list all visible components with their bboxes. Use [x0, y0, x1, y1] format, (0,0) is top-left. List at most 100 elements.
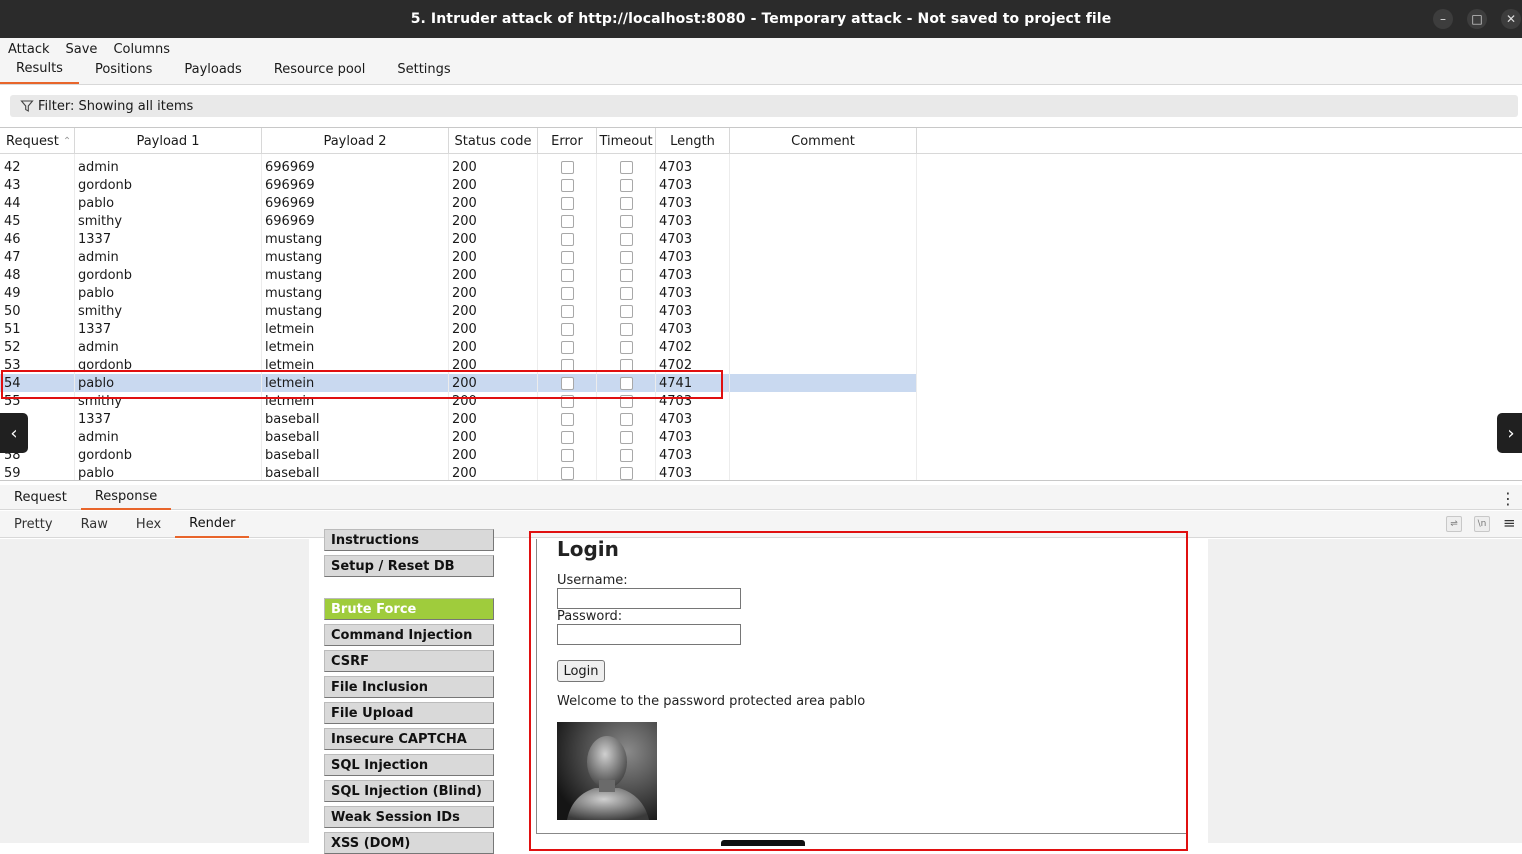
cell-comment — [730, 230, 917, 248]
tab-resource-pool[interactable]: Resource pool — [258, 60, 382, 84]
wrap-lines-icon[interactable]: ⇌ — [1446, 516, 1462, 532]
table-row[interactable]: 53 gordonb letmein 200 4702 — [0, 356, 917, 374]
table-row[interactable]: 50 smithy mustang 200 4703 — [0, 302, 917, 320]
cell-status-code: 200 — [452, 411, 477, 427]
cell-status-code: 200 — [452, 321, 477, 337]
dvwa-nav-item[interactable]: Brute Force — [324, 598, 494, 620]
table-row[interactable]: 44 pablo 696969 200 4703 — [0, 194, 917, 212]
more-options-icon[interactable]: ⋮ — [1500, 489, 1516, 508]
tab-response[interactable]: Response — [80, 485, 172, 510]
table-row[interactable]: admin baseball 200 4703 — [0, 428, 917, 446]
cell-payload1: admin — [78, 339, 119, 355]
column-header-error[interactable]: Error — [538, 128, 597, 154]
column-header-payload2[interactable]: Payload 2 — [262, 128, 449, 154]
cell-request: 43 — [4, 177, 21, 193]
tab-hex[interactable]: Hex — [122, 511, 175, 538]
dvwa-nav-item[interactable]: SQL Injection (Blind) — [324, 780, 494, 802]
table-row[interactable]: 42 admin 696969 200 4703 — [0, 158, 917, 176]
table-row[interactable]: 52 admin letmein 200 4702 — [0, 338, 917, 356]
tab-request[interactable]: Request — [0, 485, 81, 510]
table-row[interactable]: 48 gordonb mustang 200 4703 — [0, 266, 917, 284]
table-row[interactable]: 59 pablo baseball 200 4703 — [0, 464, 917, 481]
column-header-payload1[interactable]: Payload 1 — [75, 128, 262, 154]
cell-payload2: 696969 — [265, 213, 315, 229]
dvwa-nav-item[interactable]: Command Injection — [324, 624, 494, 646]
cell-comment — [730, 194, 917, 212]
dvwa-nav-item[interactable]: XSS (DOM) — [324, 832, 494, 854]
cell-status-code: 200 — [452, 375, 477, 391]
password-input[interactable] — [557, 624, 741, 645]
tab-pretty[interactable]: Pretty — [0, 511, 67, 538]
dvwa-nav-item[interactable]: Insecure CAPTCHA — [324, 728, 494, 750]
table-row[interactable]: 45 smithy 696969 200 4703 — [0, 212, 917, 230]
menu-save[interactable]: Save — [58, 42, 106, 57]
cell-payload2: mustang — [265, 285, 323, 301]
request-response-tabs: Request Response ⋮ — [0, 485, 1522, 510]
cell-timeout — [597, 374, 656, 392]
table-row[interactable]: 47 admin mustang 200 4703 — [0, 248, 917, 266]
hamburger-menu-icon[interactable]: ≡ — [1503, 514, 1516, 532]
cell-status-code: 200 — [452, 393, 477, 409]
table-row[interactable]: 51 1337 letmein 200 4703 — [0, 320, 917, 338]
cell-status-code: 200 — [452, 357, 477, 373]
cell-status-code: 200 — [452, 285, 477, 301]
menu-attack[interactable]: Attack — [0, 42, 58, 57]
next-arrow-button[interactable]: › — [1497, 413, 1522, 453]
dvwa-nav-item[interactable]: File Inclusion — [324, 676, 494, 698]
table-row-selected[interactable]: 54 pablo letmein 200 4741 — [0, 374, 917, 392]
column-header-request[interactable]: Request ⌃ — [0, 128, 75, 154]
timeout-checkbox — [620, 286, 633, 300]
menu-columns[interactable]: Columns — [105, 42, 178, 57]
tab-raw[interactable]: Raw — [67, 511, 122, 538]
filter-bar[interactable]: Filter: Showing all items — [10, 95, 1518, 117]
column-header-timeout[interactable]: Timeout — [597, 128, 656, 154]
username-input[interactable] — [557, 588, 741, 609]
window-titlebar: 5. Intruder attack of http://localhost:8… — [0, 0, 1522, 38]
results-table-header: Request ⌃ Payload 1 Payload 2 Status cod… — [0, 128, 1522, 154]
dvwa-nav-item[interactable]: File Upload — [324, 702, 494, 724]
cell-timeout — [597, 410, 656, 428]
filter-icon — [20, 100, 34, 112]
column-header-comment[interactable]: Comment — [730, 128, 917, 154]
tab-render[interactable]: Render — [175, 511, 250, 538]
previous-arrow-button[interactable]: ‹ — [0, 413, 28, 453]
minimize-button[interactable]: – — [1433, 9, 1453, 29]
error-checkbox — [561, 466, 574, 480]
tab-settings[interactable]: Settings — [381, 60, 466, 84]
dvwa-nav-item[interactable]: CSRF — [324, 650, 494, 672]
cell-payload2: mustang — [265, 249, 323, 265]
cell-payload2: baseball — [265, 447, 320, 463]
cell-error — [538, 248, 597, 266]
table-row[interactable]: 46 1337 mustang 200 4703 — [0, 230, 917, 248]
cell-length: 4703 — [659, 267, 693, 283]
error-checkbox — [561, 286, 574, 300]
dvwa-nav-item[interactable]: Instructions — [324, 529, 494, 551]
error-checkbox — [561, 340, 574, 354]
table-row[interactable]: 1337 baseball 200 4703 — [0, 410, 917, 428]
cell-payload1: gordonb — [78, 177, 133, 193]
cell-timeout — [597, 248, 656, 266]
results-table: 42 admin 696969 200 4703 43 gordonb 696969 200 47… — [0, 127, 1522, 481]
window-title: 5. Intruder attack of http://localhost:8… — [410, 11, 1112, 27]
cell-length: 4703 — [659, 285, 693, 301]
table-row[interactable]: 55 smithy letmein 200 4703 — [0, 392, 917, 410]
cell-comment — [730, 356, 917, 374]
cell-error — [538, 374, 597, 392]
dvwa-nav-item[interactable]: Weak Session IDs — [324, 806, 494, 828]
table-row[interactable]: 49 pablo mustang 200 4703 — [0, 284, 917, 302]
cell-length: 4703 — [659, 177, 693, 193]
table-row[interactable]: 43 gordonb 696969 200 4703 — [0, 176, 917, 194]
timeout-checkbox — [620, 466, 633, 480]
tab-payloads[interactable]: Payloads — [168, 60, 257, 84]
dvwa-nav-item[interactable]: SQL Injection — [324, 754, 494, 776]
dvwa-nav-item[interactable]: Setup / Reset DB — [324, 555, 494, 577]
close-button[interactable]: ✕ — [1501, 9, 1521, 29]
column-header-length[interactable]: Length — [656, 128, 730, 154]
login-button[interactable]: Login — [557, 660, 605, 682]
column-header-status[interactable]: Status code — [449, 128, 538, 154]
tab-results[interactable]: Results — [0, 60, 79, 84]
table-row[interactable]: 58 gordonb baseball 200 4703 — [0, 446, 917, 464]
maximize-button[interactable]: □ — [1467, 9, 1487, 29]
tab-positions[interactable]: Positions — [79, 60, 168, 84]
show-newlines-icon[interactable]: \n — [1474, 516, 1490, 532]
